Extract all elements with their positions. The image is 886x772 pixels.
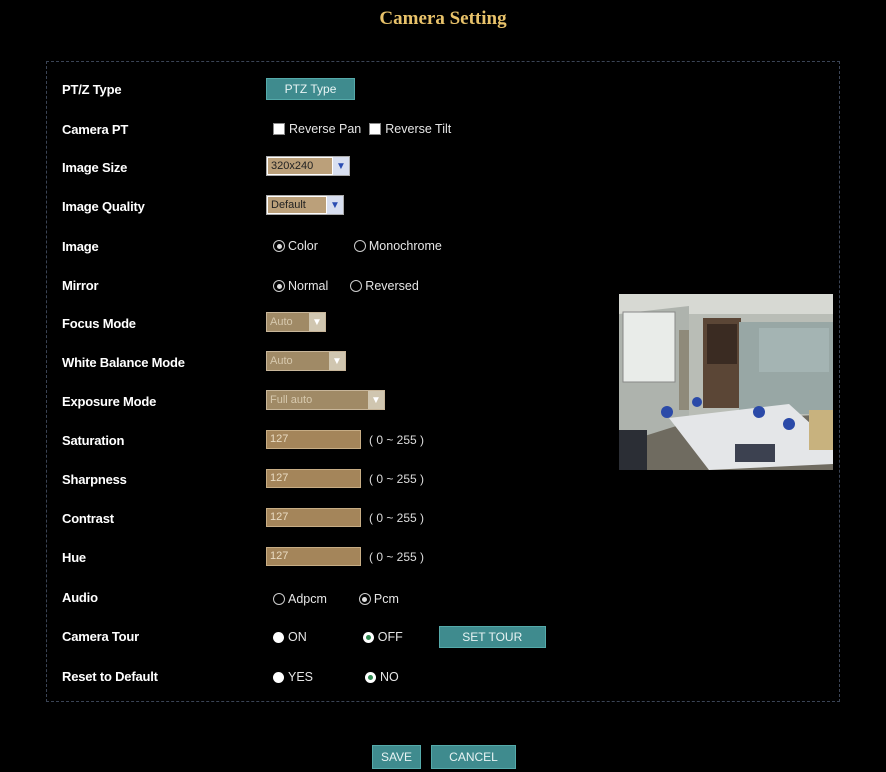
mirror-reversed-label: Reversed [365, 279, 419, 293]
saturation-input[interactable]: 127 [266, 430, 361, 449]
reset-yes-radio[interactable] [273, 671, 284, 683]
white-balance-value: Auto [270, 355, 293, 367]
image-quality-value: Default [268, 197, 326, 213]
sharpness-input[interactable]: 127 [266, 469, 361, 488]
reverse-pan-label: Reverse Pan [289, 122, 362, 136]
audio-pcm-radio[interactable] [358, 593, 371, 605]
image-label: Image [62, 239, 99, 254]
hue-label: Hue [62, 550, 86, 565]
camera-tour-label: Camera Tour [62, 629, 140, 644]
hue-range: ( 0 ~ 255 ) [369, 549, 425, 564]
camera-preview-image [619, 294, 833, 470]
camera-tour-on-label: ON [288, 630, 307, 644]
set-tour-button[interactable]: SET TOUR [438, 626, 546, 648]
image-monochrome-label: Monochrome [368, 239, 442, 253]
camera-tour-off-label: OFF [377, 630, 403, 644]
hue-input[interactable]: 127 [266, 547, 361, 566]
reset-no-label: NO [380, 670, 399, 684]
camera-tour-off-radio[interactable] [362, 631, 374, 643]
exposure-mode-select[interactable]: Full auto ▼ [266, 390, 385, 410]
image-quality-label: Image Quality [62, 199, 145, 214]
exposure-mode-label: Exposure Mode [62, 394, 157, 409]
image-color-label: Color [288, 239, 318, 253]
reverse-tilt-label: Reverse Tilt [385, 122, 452, 136]
image-monochrome-radio[interactable] [353, 240, 366, 252]
page-title: Camera Setting [379, 8, 507, 29]
reverse-tilt-checkbox[interactable] [369, 123, 382, 135]
contrast-label: Contrast [62, 511, 114, 526]
focus-mode-label: Focus Mode [62, 316, 136, 331]
sharpness-label: Sharpness [62, 472, 127, 487]
reset-label: Reset to Default [62, 669, 158, 684]
reverse-pan-checkbox[interactable] [273, 123, 285, 135]
chevron-down-icon: ▼ [333, 157, 349, 175]
audio-label: Audio [62, 590, 98, 605]
audio-adpcm-radio[interactable] [273, 593, 285, 605]
exposure-mode-value: Full auto [270, 394, 313, 406]
mirror-normal-label: Normal [288, 279, 329, 293]
image-size-select[interactable]: 320x240 ▼ [266, 156, 350, 176]
camera-pt-label: Camera PT [62, 122, 129, 137]
saturation-label: Saturation [62, 433, 125, 448]
audio-adpcm-label: Adpcm [288, 592, 327, 606]
image-color-radio[interactable] [273, 240, 285, 252]
reset-yes-label: YES [288, 670, 314, 684]
ptz-type-button[interactable]: PTZ Type [266, 78, 355, 100]
contrast-input[interactable]: 127 [266, 508, 361, 527]
mirror-reversed-radio[interactable] [350, 280, 363, 292]
chevron-down-icon: ▼ [309, 313, 325, 331]
cancel-button[interactable]: CANCEL [431, 745, 516, 769]
image-size-label: Image Size [62, 160, 128, 175]
mirror-label: Mirror [62, 278, 99, 293]
ptz-type-label: PT/Z Type [62, 82, 122, 97]
saturation-range: ( 0 ~ 255 ) [369, 432, 425, 447]
audio-pcm-label: Pcm [373, 592, 399, 606]
camera-tour-on-radio[interactable] [273, 631, 284, 643]
white-balance-select[interactable]: Auto ▼ [266, 351, 346, 371]
focus-mode-value: Auto [270, 316, 293, 328]
white-balance-label: White Balance Mode [62, 355, 185, 370]
image-quality-select[interactable]: Default ▼ [266, 195, 344, 215]
reset-no-radio[interactable] [365, 671, 377, 683]
mirror-normal-radio[interactable] [273, 280, 285, 292]
image-size-value: 320x240 [268, 158, 332, 174]
save-button[interactable]: SAVE [372, 745, 421, 769]
sharpness-range: ( 0 ~ 255 ) [369, 471, 425, 486]
chevron-down-icon: ▼ [329, 352, 345, 370]
chevron-down-icon: ▼ [368, 391, 384, 409]
focus-mode-select[interactable]: Auto ▼ [266, 312, 326, 332]
contrast-range: ( 0 ~ 255 ) [369, 510, 425, 525]
chevron-down-icon: ▼ [327, 196, 343, 214]
